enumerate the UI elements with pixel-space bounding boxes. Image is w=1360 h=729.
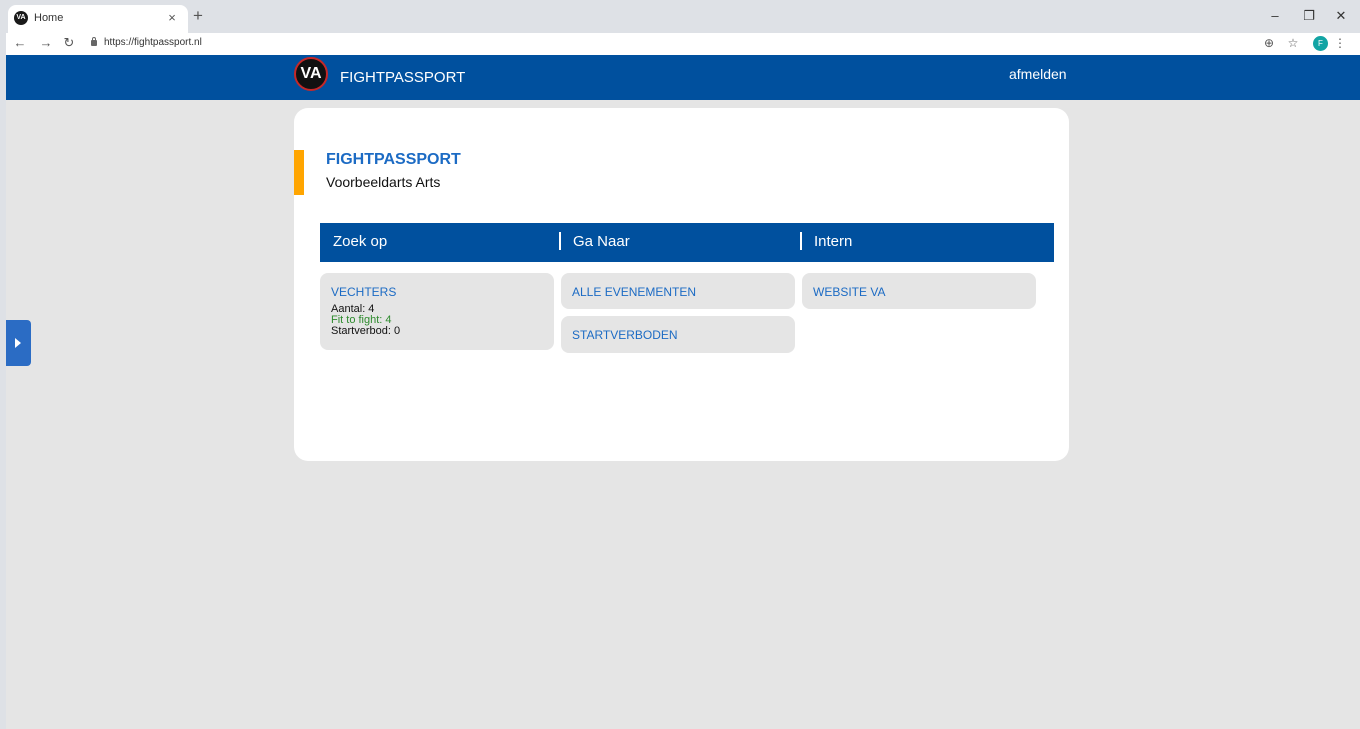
dashboard-card: FIGHTPASSPORT Voorbeeldarts Arts Zoek op… bbox=[294, 108, 1069, 461]
restore-icon[interactable]: ❐ bbox=[1298, 8, 1320, 24]
va-logo[interactable]: VA bbox=[294, 57, 328, 91]
lock-icon bbox=[91, 37, 97, 46]
tile-alle-evenementen[interactable]: ALLE EVENEMENTEN bbox=[561, 273, 795, 309]
tab-title: Home bbox=[34, 12, 64, 24]
forward-icon[interactable]: → bbox=[38, 35, 54, 50]
logout-link[interactable]: afmelden bbox=[1009, 66, 1067, 82]
title-accent-bar bbox=[294, 150, 304, 195]
new-tab-icon[interactable]: + bbox=[190, 6, 206, 26]
vechters-stats: Aantal: 4 Fit to fight: 4 Startverbod: 0 bbox=[331, 304, 400, 337]
profile-avatar[interactable]: F bbox=[1313, 36, 1328, 51]
reload-icon[interactable]: ↻ bbox=[61, 35, 77, 51]
vechters-link[interactable]: VECHTERS bbox=[331, 285, 396, 299]
browser-tab[interactable]: VA Home × bbox=[8, 5, 188, 33]
card-title: FIGHTPASSPORT bbox=[326, 151, 461, 168]
window-close-icon[interactable]: ✕ bbox=[1330, 8, 1352, 24]
browser-toolbar: ← → ↻ https://fightpassport.nl ⊕ ☆ F ⋮ bbox=[0, 33, 1360, 55]
app-header: VA FIGHTPASSPORT afmelden bbox=[6, 55, 1360, 100]
minimize-icon[interactable]: – bbox=[1264, 8, 1286, 23]
menu-divider bbox=[800, 232, 802, 250]
tab-favicon-icon: VA bbox=[14, 11, 28, 25]
menu-head-intern: Intern bbox=[814, 233, 853, 250]
address-bar[interactable]: https://fightpassport.nl bbox=[104, 37, 202, 48]
sidebar-toggle-button[interactable] bbox=[6, 320, 31, 366]
tile-vechters[interactable]: VECHTERS Aantal: 4 Fit to fight: 4 Start… bbox=[320, 273, 554, 350]
tile-website-va[interactable]: WEBSITE VA bbox=[802, 273, 1036, 309]
tab-close-icon[interactable]: × bbox=[164, 10, 180, 25]
startverbod-stat: Startverbod: 0 bbox=[331, 325, 401, 337]
back-icon[interactable]: ← bbox=[12, 35, 28, 50]
menu-divider bbox=[559, 232, 561, 250]
website-va-link[interactable]: WEBSITE VA bbox=[813, 285, 885, 299]
startverboden-link[interactable]: STARTVERBODEN bbox=[572, 328, 678, 342]
menu-head-ga-naar: Ga Naar bbox=[573, 233, 630, 250]
menu-header-bar: Zoek op Ga Naar Intern bbox=[320, 223, 1054, 262]
menu-head-zoek-op: Zoek op bbox=[333, 233, 388, 250]
zoom-icon[interactable]: ⊕ bbox=[1261, 36, 1277, 50]
tile-startverboden[interactable]: STARTVERBODEN bbox=[561, 316, 795, 353]
kebab-menu-icon[interactable]: ⋮ bbox=[1332, 36, 1348, 50]
bookmark-star-icon[interactable]: ☆ bbox=[1285, 36, 1301, 50]
user-name: Voorbeeldarts Arts bbox=[326, 174, 441, 190]
alle-evenementen-link[interactable]: ALLE EVENEMENTEN bbox=[572, 285, 696, 299]
brand-name: FIGHTPASSPORT bbox=[340, 69, 466, 86]
browser-tabstrip: VA Home × + – ❐ ✕ bbox=[0, 0, 1360, 33]
